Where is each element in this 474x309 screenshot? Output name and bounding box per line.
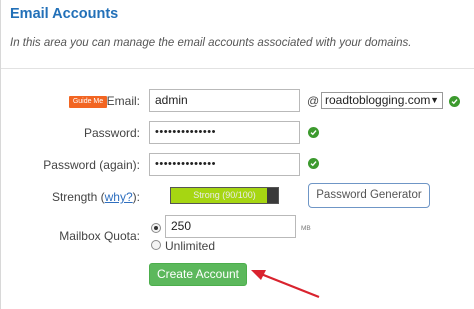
password-again-label: Password (again): — [43, 158, 140, 172]
create-account-button[interactable]: Create Account — [149, 263, 247, 286]
guide-me-badge[interactable]: Guide Me — [69, 96, 107, 108]
email-valid-check-icon — [449, 96, 460, 107]
strength-label: Strength (why?): — [52, 190, 140, 204]
password-input[interactable]: •••••••••••••• — [149, 121, 300, 144]
password-label: Password: — [83, 126, 140, 140]
quota-input[interactable]: 250 — [165, 215, 296, 238]
quota-unit: MB — [301, 225, 311, 232]
strength-label-text: Strength ( — [51, 190, 105, 204]
quota-limited-radio[interactable] — [151, 223, 161, 233]
quota-unlimited-radio[interactable] — [151, 240, 161, 250]
section-description: In this area you can manage the email ac… — [10, 37, 412, 49]
at-symbol: @ — [307, 94, 320, 108]
quota-unlimited-label: Unlimited — [165, 239, 216, 253]
domain-select-value: roadtoblogging.com — [325, 93, 431, 107]
email-accounts-panel: Email Accounts In this area you can mana… — [0, 0, 474, 309]
password-valid-check-icon — [308, 127, 319, 138]
chevron-down-icon: ▼ — [430, 95, 439, 105]
strength-label-end: ): — [132, 190, 140, 204]
divider — [1, 68, 474, 69]
password-again-valid-check-icon — [308, 158, 319, 169]
password-generator-button[interactable]: Password Generator — [308, 183, 430, 208]
strength-meter: Strong (90/100) — [170, 187, 279, 204]
strength-meter-text: Strong (90/100) — [193, 190, 256, 200]
domain-select[interactable]: roadtoblogging.com ▼ — [321, 92, 443, 109]
password-again-input[interactable]: •••••••••••••• — [149, 153, 300, 176]
red-arrow-icon — [251, 270, 320, 299]
mailbox-quota-label: Mailbox Quota: — [59, 229, 140, 243]
strength-why-link[interactable]: why? — [105, 190, 133, 204]
email-label: Email: — [106, 94, 140, 108]
page-title: Email Accounts — [10, 6, 119, 22]
email-input[interactable]: admin — [149, 89, 300, 112]
